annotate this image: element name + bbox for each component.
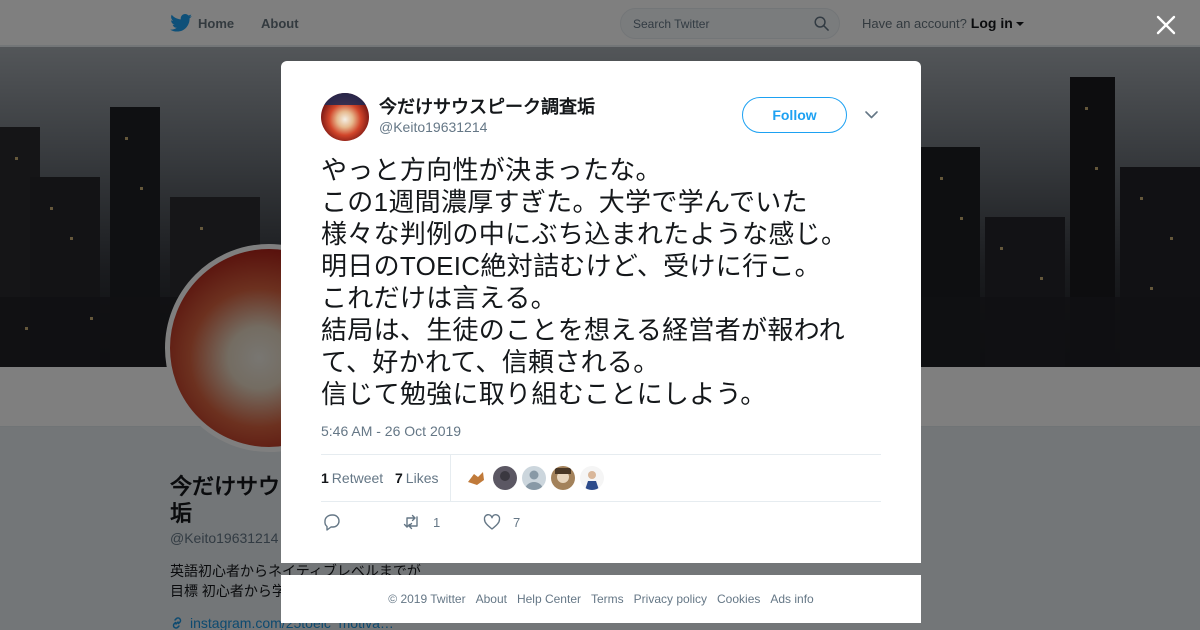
tweet-line: 信じて勉強に取り組むことにしよう。: [321, 379, 767, 409]
tweet-author-handle[interactable]: @Keito19631214: [379, 119, 487, 135]
tweet-line: て、好かれて、信頼される。: [321, 347, 660, 377]
tweet-author-avatar[interactable]: [321, 93, 369, 141]
tweet-modal: 今だけサウスピーク調査垢 @Keito19631214 Follow やっと方向…: [281, 61, 921, 563]
tweet-text: やっと方向性が決まったな。 この1週間濃厚すぎた。大学で学んでいた 様々な判例の…: [321, 154, 883, 410]
tweet-line: やっと方向性が決まったな。: [321, 155, 662, 185]
stats-divider: [450, 455, 451, 501]
close-icon[interactable]: [1154, 13, 1178, 37]
modal-footer: © 2019 Twitter About Help Center Terms P…: [281, 575, 921, 623]
footer-copyright: © 2019 Twitter: [388, 592, 466, 606]
like-action-count: 7: [513, 514, 521, 530]
follow-button[interactable]: Follow: [742, 97, 847, 133]
retweet-icon: [403, 514, 418, 530]
reply-icon: [324, 514, 340, 531]
tweet-line: 明日のTOEIC絶対詰むけど、受けに行こ。: [321, 251, 821, 281]
tweet-line: 結局は、生徒のことを想える経営者が報われ: [321, 315, 845, 345]
retweet-count: 1: [321, 470, 329, 486]
footer-link-about[interactable]: About: [476, 592, 507, 606]
footer-link-cookies[interactable]: Cookies: [717, 592, 760, 606]
footer-link-ads-info[interactable]: Ads info: [770, 592, 813, 606]
liker-avatar[interactable]: [522, 466, 546, 490]
retweet-action[interactable]: 1: [403, 513, 440, 531]
tweet-stats: 1 Retweet 7 Likes: [321, 454, 881, 502]
liker-avatar[interactable]: [493, 466, 517, 490]
liker-avatars: [464, 466, 609, 490]
tweet-author-name[interactable]: 今だけサウスピーク調査垢: [379, 93, 595, 119]
likes-stat-label: Likes: [405, 470, 439, 486]
reply-action[interactable]: [323, 513, 353, 531]
tweet-timestamp[interactable]: 5:46 AM - 26 Oct 2019: [321, 423, 461, 439]
like-action[interactable]: 7: [483, 513, 520, 531]
footer-link-terms[interactable]: Terms: [591, 592, 624, 606]
like-count: 7: [395, 470, 403, 486]
liker-avatar[interactable]: [580, 466, 604, 490]
liker-avatar[interactable]: [551, 466, 575, 490]
heart-icon: [483, 514, 501, 530]
tweet-line: これだけは言える。: [321, 283, 557, 313]
footer-link-help-center[interactable]: Help Center: [517, 592, 581, 606]
chevron-down-icon[interactable]: [864, 109, 879, 121]
likes-stat[interactable]: 7 Likes: [395, 470, 438, 486]
retweet-stat-label: Retweet: [331, 470, 384, 486]
tweet-actions: 1 7: [321, 513, 881, 533]
retweet-stat[interactable]: 1 Retweet: [321, 470, 383, 486]
footer-link-privacy[interactable]: Privacy policy: [634, 592, 707, 606]
tweet-line: この1週間濃厚すぎた。大学で学んでいた: [321, 187, 808, 217]
liker-avatar[interactable]: [464, 466, 488, 490]
tweet-line: 様々な判例の中にぶち込まれたような感じ。: [321, 219, 848, 249]
retweet-action-count: 1: [433, 514, 441, 530]
